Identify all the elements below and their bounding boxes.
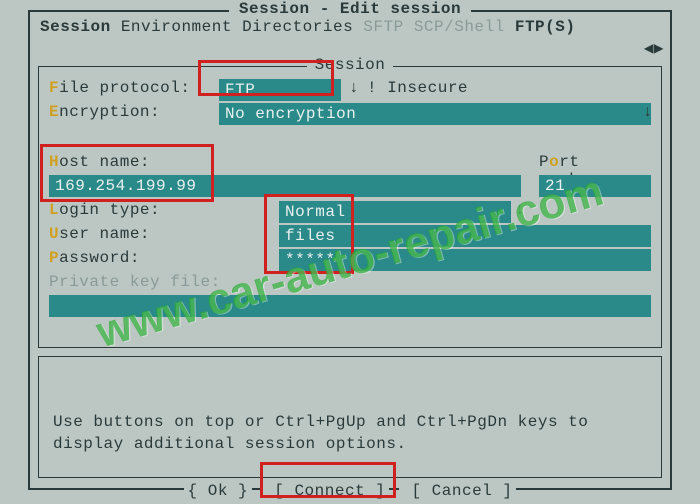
session-groupbox-label: Session xyxy=(307,56,394,74)
hint-box: Use buttons on top or Ctrl+PgUp and Ctrl… xyxy=(38,356,662,478)
cancel-button[interactable]: [ Cancel ] xyxy=(407,482,516,500)
field-file-protocol[interactable]: FTP xyxy=(219,79,341,101)
hint-text: Use buttons on top or Ctrl+PgUp and Ctrl… xyxy=(53,411,647,455)
label-file-protocol: File protocol: xyxy=(49,79,190,97)
row-host-value: 169.254.199.99 21 xyxy=(49,175,651,197)
row-host: Host name: Port number: xyxy=(49,153,651,175)
tab-scroll-arrows[interactable]: ◀▶ xyxy=(644,38,664,58)
dropdown-icon[interactable]: ↓ xyxy=(515,201,525,219)
dialog-title: Session - Edit session xyxy=(229,0,471,18)
dialog-frame: Session - Edit session Session Environme… xyxy=(28,10,672,490)
field-encryption[interactable]: No encryption xyxy=(219,103,651,125)
button-row: { Ok } [ Connect ] [ Cancel ] xyxy=(30,482,670,500)
label-user: User name: xyxy=(49,225,150,243)
insecure-warning: ! Insecure xyxy=(367,79,468,97)
tab-scpshell: SCP/Shell xyxy=(414,18,505,36)
tab-sftp: SFTP xyxy=(363,18,403,36)
tab-session[interactable]: Session xyxy=(40,18,111,36)
field-host[interactable]: 169.254.199.99 xyxy=(49,175,521,197)
field-login-type[interactable]: Normal xyxy=(279,201,511,223)
ok-button[interactable]: { Ok } xyxy=(184,482,253,500)
session-groupbox-title: Session xyxy=(39,56,661,74)
tab-environment[interactable]: Environment xyxy=(121,18,232,36)
label-password: Password: xyxy=(49,249,140,267)
row-encryption: Encryption: No encryption ↓ xyxy=(49,103,651,125)
label-private-key: Private key file: xyxy=(49,273,221,291)
tab-ftps[interactable]: FTP(S) xyxy=(515,18,576,36)
label-encryption: Encryption: xyxy=(49,103,160,121)
title-bar: Session - Edit session xyxy=(30,0,670,18)
connect-button[interactable]: [ Connect ] xyxy=(270,482,389,500)
field-password[interactable]: ***** xyxy=(279,249,651,271)
dropdown-icon[interactable]: ↓ xyxy=(349,79,359,97)
label-host: Host name: xyxy=(49,153,150,171)
row-password: Password: ***** xyxy=(49,249,651,271)
row-private-key-value xyxy=(49,295,651,317)
tab-directories[interactable]: Directories xyxy=(242,18,353,36)
dropdown-icon[interactable]: ↓ xyxy=(643,103,653,121)
label-login-type: Login type: xyxy=(49,201,160,219)
session-groupbox: Session File protocol: FTP ↓ ! Insecure … xyxy=(38,66,662,348)
row-private-key: Private key file: xyxy=(49,273,651,295)
field-private-key[interactable] xyxy=(49,295,651,317)
field-port[interactable]: 21 xyxy=(539,175,651,197)
field-user[interactable]: files xyxy=(279,225,651,247)
row-file-protocol: File protocol: FTP ↓ ! Insecure xyxy=(49,79,651,101)
row-login-type: Login type: Normal ↓ xyxy=(49,201,651,223)
row-user: User name: files xyxy=(49,225,651,247)
